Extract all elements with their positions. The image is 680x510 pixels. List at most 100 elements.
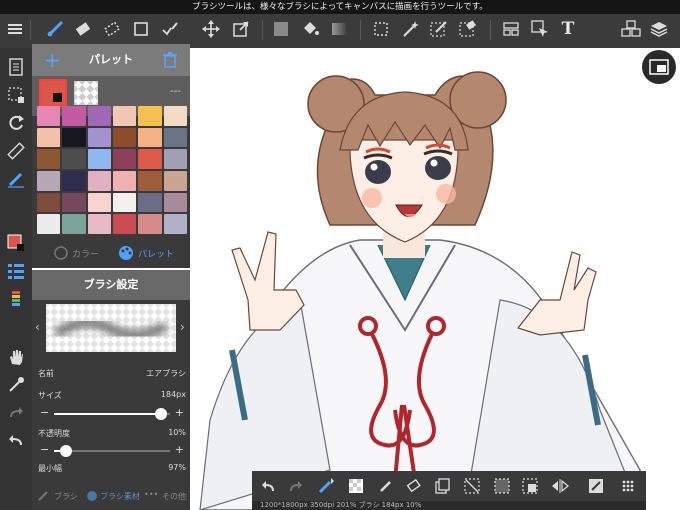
flip-icon[interactable] xyxy=(548,474,572,498)
palette-color-cell[interactable] xyxy=(138,192,162,213)
pen-quick-icon[interactable] xyxy=(374,474,398,498)
menu-icon[interactable] xyxy=(2,16,28,42)
eyedropper-icon[interactable] xyxy=(3,372,29,398)
opacity-plus-button[interactable]: + xyxy=(175,443,184,456)
footer-other-label[interactable]: その他 xyxy=(162,491,186,502)
palette-color-cell[interactable] xyxy=(37,192,61,213)
color-swatch-icon[interactable] xyxy=(3,230,29,256)
palette-color-cell[interactable] xyxy=(37,127,61,148)
layout-icon[interactable] xyxy=(498,16,524,42)
brush-name-row[interactable]: 名前 エアブラシ xyxy=(38,368,186,379)
cursor-select-icon[interactable] xyxy=(527,16,553,42)
deselect-icon[interactable] xyxy=(460,474,484,498)
next-brush-chevron-icon[interactable]: › xyxy=(180,320,185,334)
size-plus-button[interactable]: + xyxy=(175,406,184,419)
footer-brush-label[interactable]: ブラシ xyxy=(54,491,78,502)
palette-color-cell[interactable] xyxy=(62,192,86,213)
check-pen-icon[interactable] xyxy=(157,16,183,42)
select-all-icon[interactable] xyxy=(490,474,514,498)
redo-bottom-icon[interactable] xyxy=(284,474,308,498)
palette-color-cell[interactable] xyxy=(113,106,137,126)
magic-wand-icon[interactable] xyxy=(397,16,423,42)
transform-icon[interactable] xyxy=(228,16,254,42)
trash-icon[interactable] xyxy=(162,52,178,68)
eraser-quick-icon[interactable] xyxy=(402,474,426,498)
palette-color-cell[interactable] xyxy=(37,149,61,169)
brush-quick-icon[interactable] xyxy=(314,474,338,498)
palette-color-cell[interactable] xyxy=(163,170,187,191)
ruler-icon[interactable] xyxy=(3,138,29,164)
brush-settings-icon[interactable] xyxy=(3,286,29,312)
footer-material-label[interactable]: ブラシ素材 xyxy=(100,491,140,502)
palette-color-cell[interactable] xyxy=(37,106,61,126)
page-icon[interactable] xyxy=(3,54,29,80)
palette-color-cell[interactable] xyxy=(37,214,61,234)
size-slider[interactable]: − + xyxy=(38,406,186,420)
palette-color-cell[interactable] xyxy=(87,106,111,126)
opacity-slider[interactable]: − + xyxy=(38,443,186,457)
palette-color-cell[interactable] xyxy=(87,149,111,169)
grid-menu-icon[interactable] xyxy=(616,474,640,498)
palette-color-cell[interactable] xyxy=(113,192,137,213)
palette-color-cell[interactable] xyxy=(113,214,137,234)
palette-color-cell[interactable] xyxy=(62,127,86,148)
redo-icon[interactable] xyxy=(3,400,29,426)
palette-color-cell[interactable] xyxy=(163,127,187,148)
dotted-eraser-icon[interactable] xyxy=(99,16,125,42)
palette-color-cell[interactable] xyxy=(138,214,162,234)
more-icon[interactable]: ••• xyxy=(144,490,158,499)
opacity-slider-knob[interactable] xyxy=(59,445,72,457)
layers-icon[interactable] xyxy=(646,16,672,42)
rotate-icon[interactable] xyxy=(3,110,29,136)
prev-brush-chevron-icon[interactable]: ‹ xyxy=(35,320,40,334)
text-icon[interactable]: T xyxy=(555,16,581,42)
palette-color-cell[interactable] xyxy=(62,214,86,234)
size-minus-button[interactable]: − xyxy=(40,406,49,419)
palette-color-cell[interactable] xyxy=(62,149,86,169)
navigator-icon[interactable] xyxy=(642,50,676,84)
rectangle-icon[interactable] xyxy=(128,16,154,42)
palette-color-cell[interactable] xyxy=(163,192,187,213)
transparent-swatch[interactable] xyxy=(74,81,98,105)
palette-color-cell[interactable] xyxy=(138,149,162,169)
palette-color-cell[interactable] xyxy=(163,214,187,234)
palette-color-cell[interactable] xyxy=(87,170,111,191)
snap-pen-icon[interactable] xyxy=(3,166,29,192)
palette-color-cell[interactable] xyxy=(163,149,187,169)
opacity-minus-button[interactable]: − xyxy=(40,443,49,456)
gradient-icon[interactable] xyxy=(326,16,352,42)
palette-color-cell[interactable] xyxy=(163,106,187,126)
palette-list-icon[interactable] xyxy=(3,258,29,284)
palette-color-cell[interactable] xyxy=(87,214,111,234)
fill-color-icon[interactable] xyxy=(268,16,294,42)
undo-icon[interactable] xyxy=(3,428,29,454)
drawing-canvas[interactable] xyxy=(190,48,680,510)
palette-color-cell[interactable] xyxy=(113,127,137,148)
bucket-icon[interactable] xyxy=(297,16,323,42)
palette-color-cell[interactable] xyxy=(113,170,137,191)
palette-color-cell[interactable] xyxy=(87,127,111,148)
tab-palette[interactable]: パレット xyxy=(118,238,174,268)
palette-color-cell[interactable] xyxy=(138,127,162,148)
select-eraser-icon[interactable] xyxy=(455,16,481,42)
brush-icon[interactable] xyxy=(42,16,68,42)
size-slider-knob[interactable] xyxy=(154,408,167,420)
palette-color-cell[interactable] xyxy=(138,106,162,126)
move-icon[interactable] xyxy=(198,16,224,42)
main-color-swatch[interactable] xyxy=(39,79,67,107)
hand-icon[interactable] xyxy=(3,344,29,370)
palette-color-cell[interactable] xyxy=(62,170,86,191)
palette-color-cell[interactable] xyxy=(113,149,137,169)
min-width-row[interactable]: 最小幅 97% xyxy=(38,463,186,474)
lasso-select-icon[interactable] xyxy=(368,16,394,42)
palette-color-cell[interactable] xyxy=(138,170,162,191)
palette-color-cell[interactable] xyxy=(37,170,61,191)
selection-menu-icon[interactable] xyxy=(3,82,29,108)
edit-icon[interactable] xyxy=(584,474,608,498)
undo-bottom-icon[interactable] xyxy=(256,474,280,498)
copy-icon[interactable] xyxy=(430,474,454,498)
materials-icon[interactable] xyxy=(618,16,644,42)
invert-selection-icon[interactable] xyxy=(518,474,542,498)
palette-color-cell[interactable] xyxy=(62,106,86,126)
eraser-icon[interactable] xyxy=(70,16,96,42)
